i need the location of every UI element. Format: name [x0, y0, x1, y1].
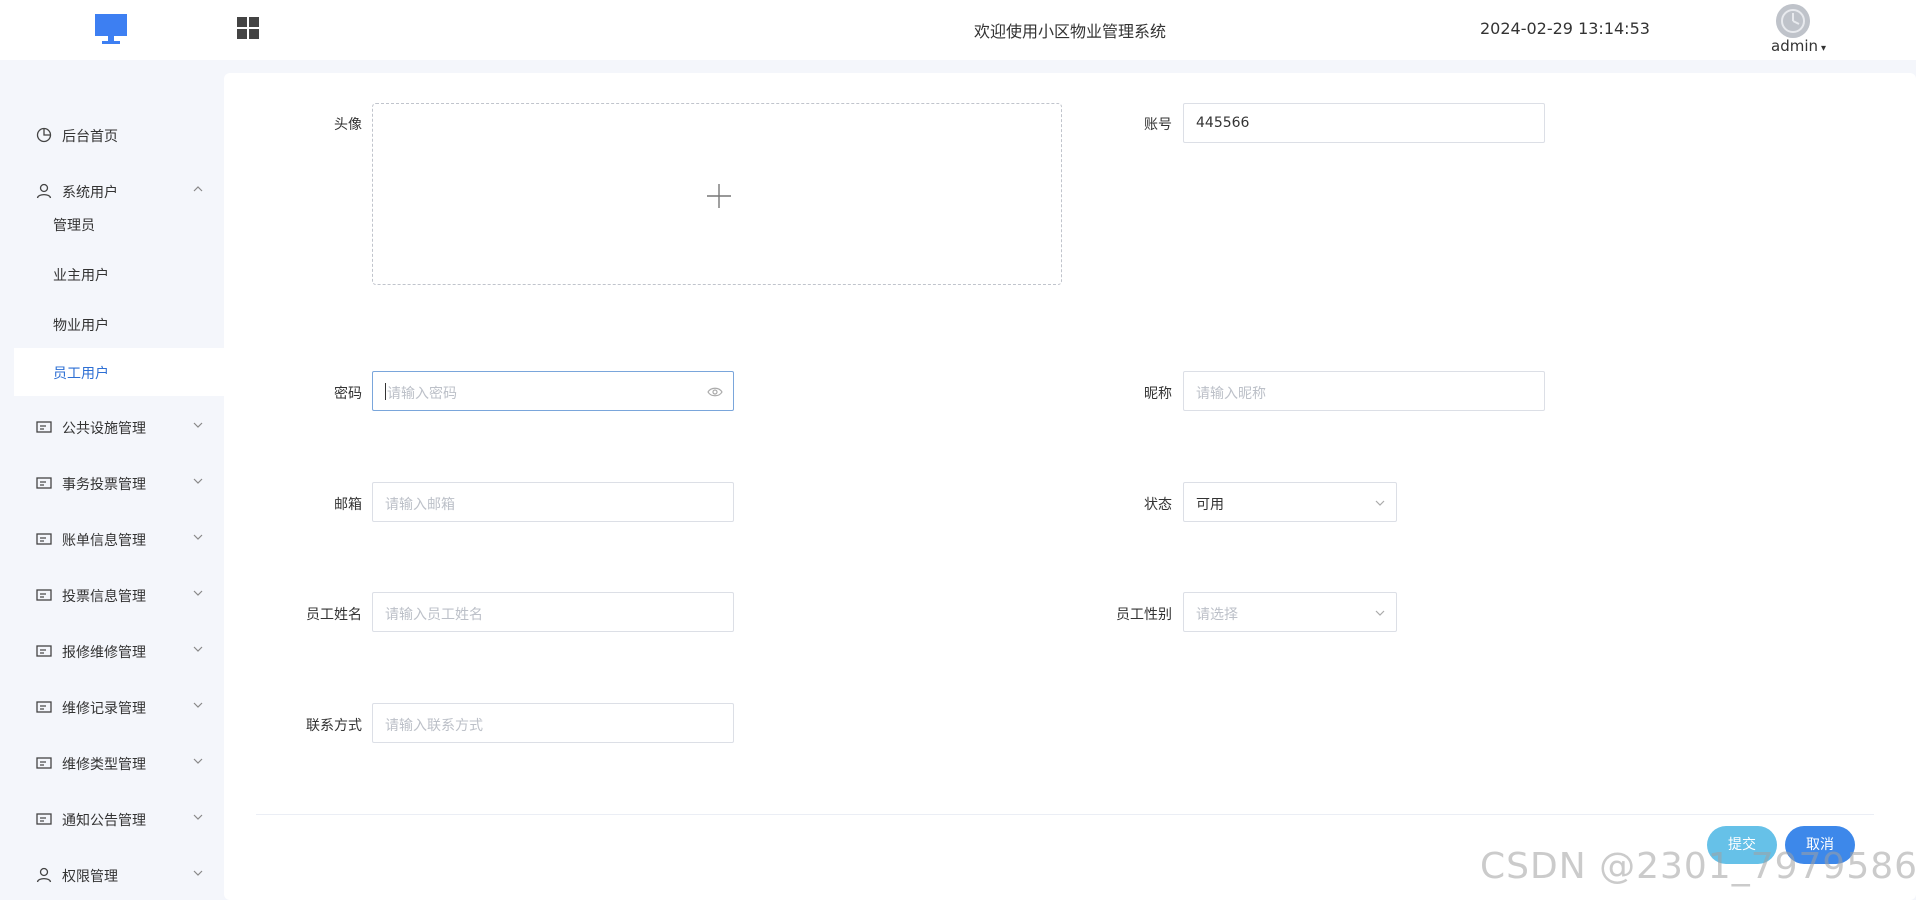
caret-down-icon: ▾: [1821, 43, 1827, 54]
chevron-down-icon: [193, 478, 203, 484]
avatar-upload[interactable]: [372, 103, 1062, 285]
contact-placeholder: 请输入联系方式: [385, 718, 483, 734]
sidebar-item-label: 投票信息管理: [62, 589, 146, 605]
gender-placeholder: 请选择: [1196, 607, 1238, 623]
nickname-input[interactable]: 请输入昵称: [1183, 371, 1545, 411]
card-icon: [36, 757, 52, 769]
password-placeholder: 请输入密码: [387, 386, 457, 402]
email-input[interactable]: 请输入邮箱: [372, 482, 734, 522]
sidebar-item-label: 管理员: [53, 218, 95, 234]
sidebar-item-repairs[interactable]: 报修维修管理: [0, 629, 224, 673]
sidebar-item-label: 账单信息管理: [62, 533, 146, 549]
status-label: 状态: [1144, 497, 1172, 513]
status-value: 可用: [1196, 497, 1224, 513]
sidebar-item-label: 业主用户: [53, 268, 109, 284]
password-input[interactable]: 请输入密码: [372, 371, 734, 411]
status-select[interactable]: 可用: [1183, 482, 1397, 522]
text-cursor: [385, 383, 386, 400]
card-icon: [36, 421, 52, 433]
chevron-down-icon: [1375, 500, 1385, 506]
sidebar-item-notices[interactable]: 通知公告管理: [0, 797, 224, 841]
employee-name-placeholder: 请输入员工姓名: [385, 607, 483, 623]
nickname-label: 昵称: [1144, 386, 1172, 402]
sidebar-item-label: 维修记录管理: [62, 701, 146, 717]
datetime-display: 2024-02-29 13:14:53: [1480, 19, 1650, 38]
sidebar-item-vote-info[interactable]: 投票信息管理: [0, 573, 224, 617]
sidebar-item-label: 后台首页: [62, 129, 118, 145]
chevron-up-icon: [193, 186, 203, 192]
card-icon: [36, 645, 52, 657]
sidebar-item-admins[interactable]: 管理员: [14, 200, 224, 248]
sidebar-item-facilities[interactable]: 公共设施管理: [0, 405, 224, 449]
chevron-down-icon: [193, 758, 203, 764]
chevron-down-icon: [193, 870, 203, 876]
password-label: 密码: [334, 386, 362, 402]
account-value: 445566: [1196, 115, 1250, 131]
sidebar-item-label: 物业用户: [53, 318, 109, 334]
sidebar-item-label: 事务投票管理: [62, 477, 146, 493]
sidebar-item-bills[interactable]: 账单信息管理: [0, 517, 224, 561]
watermark-text: CSDN @2301_79795862: [1480, 846, 1916, 887]
employee-gender-select[interactable]: 请选择: [1183, 592, 1397, 632]
sidebar-item-permissions[interactable]: 权限管理: [0, 853, 224, 897]
sidebar-item-property-users[interactable]: 物业用户: [14, 300, 224, 348]
nickname-placeholder: 请输入昵称: [1196, 386, 1266, 402]
sidebar-item-employee-users[interactable]: 员工用户: [14, 348, 224, 396]
card-icon: [36, 701, 52, 713]
sidebar-item-owner-users[interactable]: 业主用户: [14, 250, 224, 298]
card-icon: [36, 533, 52, 545]
account-label: 账号: [1144, 117, 1172, 133]
user-menu-dropdown[interactable]: admin ▾: [1771, 37, 1826, 55]
chevron-down-icon: [193, 646, 203, 652]
clock-icon: [36, 127, 52, 143]
sidebar-item-label: 公共设施管理: [62, 421, 146, 437]
sidebar-item-label: 员工用户: [53, 366, 109, 382]
email-label: 邮箱: [334, 497, 362, 513]
account-input[interactable]: 445566: [1183, 103, 1545, 143]
avatar-icon: [1776, 4, 1810, 38]
top-header: 欢迎使用小区物业管理系统 2024-02-29 13:14:53 admin ▾: [0, 0, 1916, 60]
email-placeholder: 请输入邮箱: [385, 497, 455, 513]
chevron-down-icon: [1375, 610, 1385, 616]
sidebar-item-label: 维修类型管理: [62, 757, 146, 773]
card-icon: [36, 477, 52, 489]
sidebar-item-affair-votes[interactable]: 事务投票管理: [0, 461, 224, 505]
user-icon: [36, 867, 52, 883]
sidebar-item-repair-records[interactable]: 维修记录管理: [0, 685, 224, 729]
employee-name-input[interactable]: 请输入员工姓名: [372, 592, 734, 632]
sidebar-item-dashboard[interactable]: 后台首页: [0, 113, 224, 157]
card-icon: [36, 589, 52, 601]
plus-icon: [707, 184, 731, 208]
chevron-down-icon: [193, 814, 203, 820]
user-icon: [36, 183, 52, 199]
chevron-down-icon: [193, 534, 203, 540]
card-icon: [36, 813, 52, 825]
avatar-label: 头像: [334, 117, 362, 133]
sidebar-item-label: 通知公告管理: [62, 813, 146, 829]
employee-gender-label: 员工性别: [1116, 607, 1172, 623]
eye-icon[interactable]: [707, 385, 723, 399]
sidebar: 后台首页 系统用户 管理员 业主用户 物业用户 员工用户 公共设施管理 事务投票…: [0, 60, 224, 900]
chevron-down-icon: [193, 590, 203, 596]
sidebar-item-label: 系统用户: [62, 185, 118, 201]
username-label: admin: [1771, 37, 1818, 55]
sidebar-item-label: 报修维修管理: [62, 645, 146, 661]
form-divider: [256, 814, 1874, 815]
employee-name-label: 员工姓名: [306, 607, 362, 623]
contact-input[interactable]: 请输入联系方式: [372, 703, 734, 743]
chevron-down-icon: [193, 702, 203, 708]
user-avatar[interactable]: [1776, 4, 1810, 38]
sidebar-item-repair-types[interactable]: 维修类型管理: [0, 741, 224, 785]
chevron-down-icon: [193, 422, 203, 428]
contact-label: 联系方式: [306, 718, 362, 734]
sidebar-item-label: 权限管理: [62, 869, 118, 885]
